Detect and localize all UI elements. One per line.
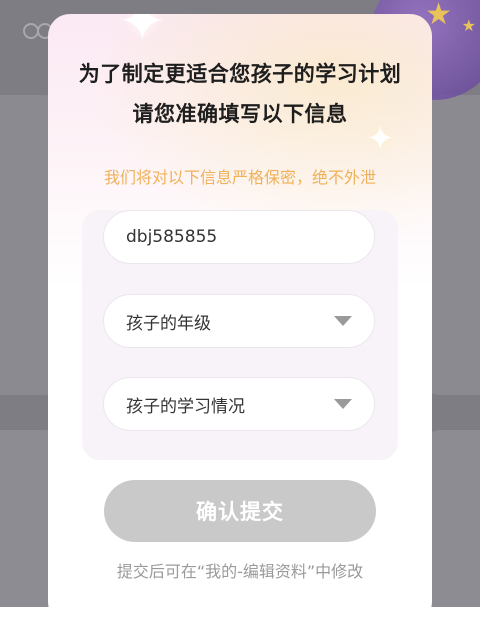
chevron-down-icon [334,399,352,409]
star-icon: ★ [461,16,476,35]
grade-select[interactable]: 孩子的年级 [103,294,375,348]
study-status-select[interactable]: 孩子的学习情况 [103,377,375,431]
grade-select-placeholder: 孩子的年级 [126,313,211,334]
child-name-field[interactable]: dbj585855 [103,210,375,264]
study-status-placeholder: 孩子的学习情况 [126,396,245,417]
dialog-title-line2: 请您准确填写以下信息 [132,102,348,126]
chevron-down-icon [334,316,352,326]
footer-hint: 提交后可在“我的-编辑资料”中修改 [116,562,364,581]
submit-button[interactable]: 确认提交 [104,480,376,542]
sparkle-icon: ✦ [118,14,167,55]
privacy-notice: 我们将对以下信息严格保密，绝不外泄 [103,168,376,187]
dialog-title-line1: 为了制定更适合您孩子的学习计划 [78,62,402,86]
info-form-dialog: ✦ ✦ 为了制定更适合您孩子的学习计划 请您准确填写以下信息 我们将对以下信息严… [48,14,432,624]
child-name-value: dbj585855 [126,227,218,247]
